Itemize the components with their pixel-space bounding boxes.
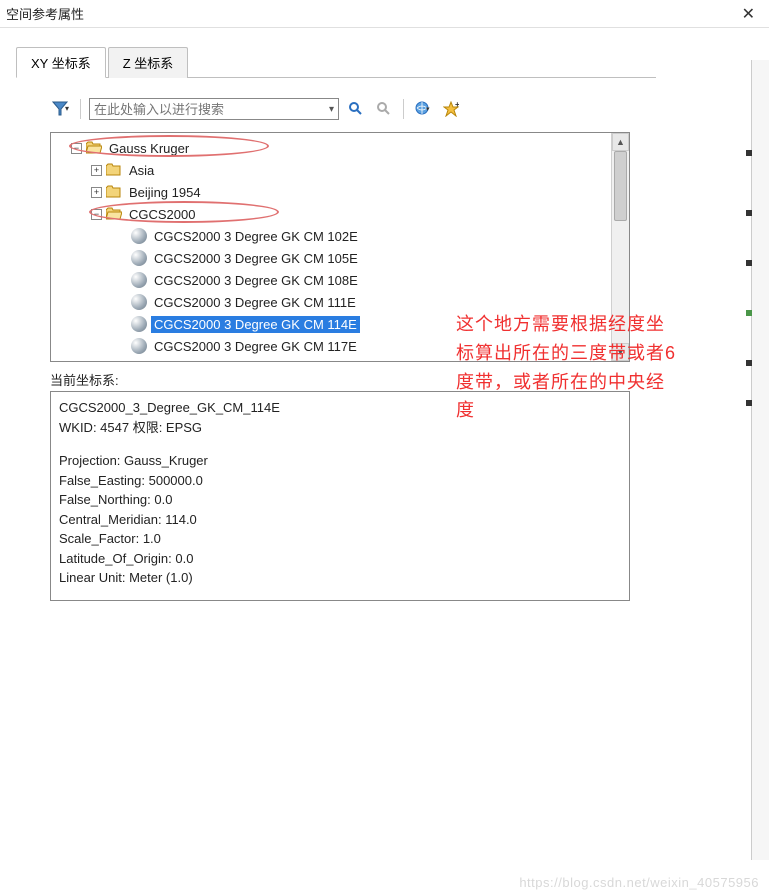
side-tick [746, 360, 752, 366]
collapse-icon[interactable]: − [91, 209, 102, 220]
close-icon[interactable]: ✕ [734, 4, 763, 24]
collapse-icon[interactable]: − [71, 143, 82, 154]
details-scale-factor: Scale_Factor: 1.0 [59, 529, 621, 549]
tree-item-label: CGCS2000 3 Degree GK CM 117E [151, 338, 360, 355]
separator [403, 99, 404, 119]
details-projection: Projection: Gauss_Kruger [59, 451, 621, 471]
tree-item-label: CGCS2000 3 Degree GK CM 108E [151, 272, 361, 289]
search-disabled-icon [373, 98, 395, 120]
search-box[interactable]: ▾ [89, 98, 339, 120]
folder-icon [106, 163, 122, 177]
tree-node-cgcs2000[interactable]: − CGCS2000 [51, 203, 611, 225]
globe-icon [131, 294, 147, 310]
annotation-text: 这个地方需要根据经度坐标算出所在的三度带或者6度带，或者所在的中央经度 [456, 310, 676, 425]
scroll-up-arrow[interactable]: ▲ [612, 133, 629, 151]
tree-item[interactable]: CGCS2000 3 Degree GK CM 102E [51, 225, 611, 247]
scroll-thumb[interactable] [614, 151, 627, 221]
filter-icon[interactable]: ▾ [50, 98, 72, 120]
side-panel [751, 60, 769, 860]
folder-open-icon [86, 141, 102, 155]
tab-xy[interactable]: XY 坐标系 [16, 47, 106, 78]
tree-label: Gauss Kruger [106, 140, 192, 157]
folder-open-icon [106, 207, 122, 221]
tree-label: Asia [126, 162, 157, 179]
svg-text:▾: ▾ [426, 106, 430, 113]
window-title: 空间参考属性 [6, 4, 734, 23]
tab-z[interactable]: Z 坐标系 [108, 47, 189, 78]
svg-text:▾: ▾ [65, 104, 69, 113]
side-tick [746, 150, 752, 156]
toolbar: ▾ ▾ ▾ + [50, 98, 640, 120]
tree-item-label: CGCS2000 3 Degree GK CM 102E [151, 228, 361, 245]
side-tick [746, 210, 752, 216]
globe-icon [131, 228, 147, 244]
globe-icon [131, 316, 147, 332]
tree-item-label: CGCS2000 3 Degree GK CM 111E [151, 294, 359, 311]
svg-text:+: + [455, 101, 459, 109]
search-icon[interactable] [345, 98, 367, 120]
details-false-easting: False_Easting: 500000.0 [59, 471, 621, 491]
search-input[interactable] [94, 102, 329, 117]
tree-item-label: CGCS2000 3 Degree GK CM 114E [151, 316, 360, 333]
tree-node-gauss-kruger[interactable]: − Gauss Kruger [51, 137, 611, 159]
tree-item[interactable]: CGCS2000 3 Degree GK CM 105E [51, 247, 611, 269]
watermark: https://blog.csdn.net/weixin_40575956 [519, 875, 759, 890]
side-tick [746, 310, 752, 316]
globe-icon[interactable]: ▾ [412, 98, 434, 120]
tree-item-label: CGCS2000 3 Degree GK CM 105E [151, 250, 361, 267]
expand-icon[interactable]: + [91, 165, 102, 176]
chevron-down-icon[interactable]: ▾ [329, 104, 334, 115]
details-central-meridian: Central_Meridian: 114.0 [59, 510, 621, 530]
expand-icon[interactable]: + [91, 187, 102, 198]
tree-label: CGCS2000 [126, 206, 198, 223]
details-false-northing: False_Northing: 0.0 [59, 490, 621, 510]
separator [80, 99, 81, 119]
titlebar: 空间参考属性 ✕ [0, 0, 769, 28]
globe-icon [131, 250, 147, 266]
spacer [59, 437, 621, 451]
globe-icon [131, 338, 147, 354]
star-icon[interactable]: + [440, 98, 462, 120]
folder-icon [106, 185, 122, 199]
details-latitude-origin: Latitude_Of_Origin: 0.0 [59, 549, 621, 569]
tab-strip: XY 坐标系 Z 坐标系 [16, 46, 656, 78]
side-tick [746, 400, 752, 406]
tree-item[interactable]: CGCS2000 3 Degree GK CM 108E [51, 269, 611, 291]
details-linear-unit: Linear Unit: Meter (1.0) [59, 568, 621, 588]
tree-node-beijing[interactable]: + Beijing 1954 [51, 181, 611, 203]
tree-node-asia[interactable]: + Asia [51, 159, 611, 181]
tree-label: Beijing 1954 [126, 184, 204, 201]
globe-icon [131, 272, 147, 288]
side-tick [746, 260, 752, 266]
